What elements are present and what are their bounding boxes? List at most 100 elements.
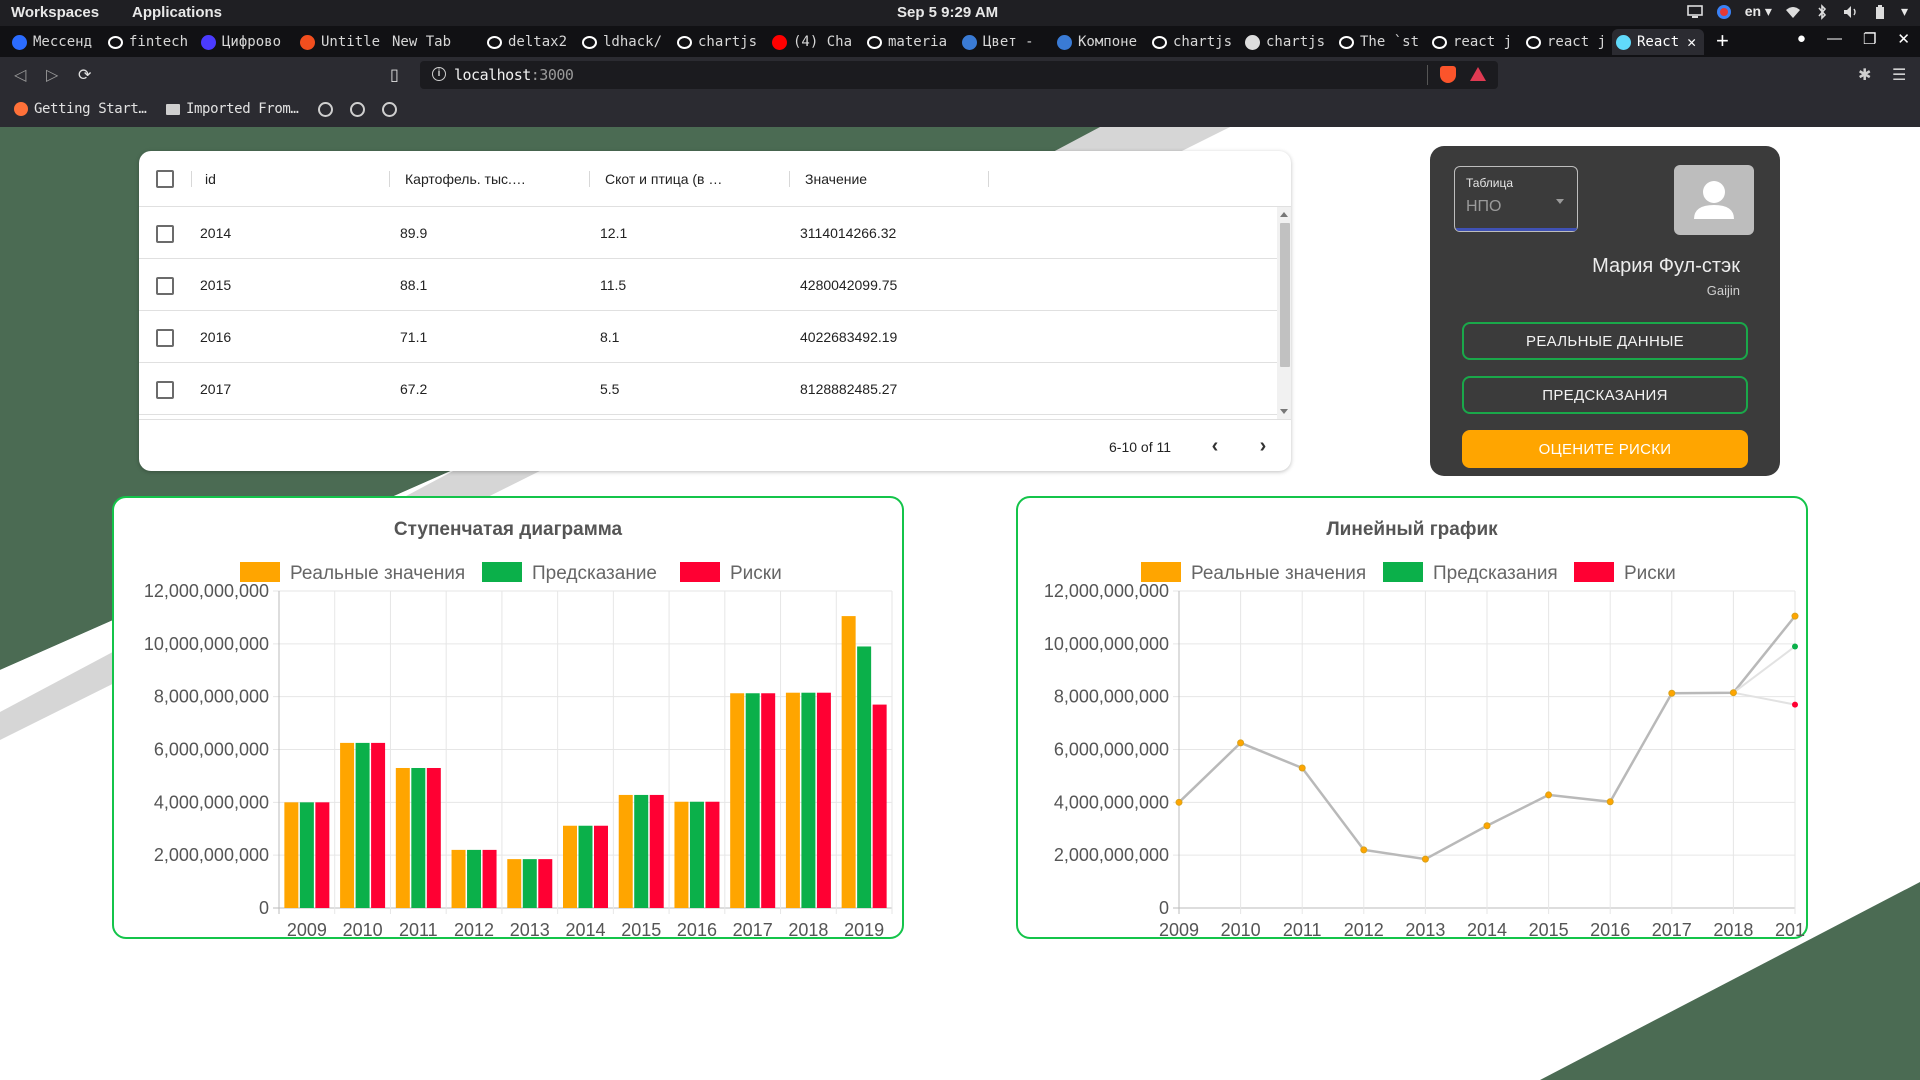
color-picker-icon[interactable] (1716, 4, 1732, 20)
browser-menu-icon[interactable]: ☰ (1892, 65, 1906, 85)
bluetooth-icon[interactable] (1814, 3, 1830, 20)
table-row[interactable]: 2014 89.9 12.1 3114014266.32 (139, 207, 1279, 259)
legend-label: Риски (1624, 563, 1676, 584)
select-all-checkbox[interactable] (156, 170, 174, 188)
globe-icon[interactable] (318, 102, 333, 117)
bar (649, 794, 664, 908)
predictions-button[interactable]: ПРЕДСКАЗАНИЯ (1462, 376, 1748, 414)
y-tick-label: 4,000,000,000 (154, 792, 269, 812)
browser-tab[interactable]: deltax2 (483, 29, 571, 55)
extensions-icon[interactable]: ✱ (1858, 65, 1871, 85)
table-row[interactable]: 2016 71.1 8.1 4022683492.19 (139, 311, 1279, 363)
address-bar[interactable]: i localhost:3000 (420, 61, 1498, 89)
cell-id: 2015 (200, 277, 232, 293)
language-indicator[interactable]: en ▾ (1745, 3, 1772, 20)
bookmark-getting-started[interactable]: Getting Start… (14, 101, 147, 117)
scroll-up-arrow[interactable] (1280, 212, 1288, 217)
browser-tab[interactable]: React ✕ (1612, 29, 1704, 55)
browser-tab[interactable]: materia (863, 29, 951, 55)
previous-page-button[interactable]: ‹ (1201, 432, 1229, 460)
bar (507, 859, 522, 908)
close-window-button[interactable]: ✕ (1897, 30, 1910, 48)
x-tick-label: 2019 (844, 920, 884, 937)
forward-button[interactable]: ▷ (46, 65, 58, 85)
browser-tab[interactable]: react j (1522, 29, 1610, 55)
browser-tab[interactable]: Untitle (296, 29, 384, 55)
battery-icon[interactable] (1872, 4, 1888, 20)
column-header-value[interactable]: Значение (805, 171, 935, 187)
wifi-icon[interactable] (1785, 4, 1801, 20)
brave-shields-icon[interactable] (1440, 66, 1456, 83)
power-menu-icon[interactable]: ▾ (1901, 3, 1908, 20)
minimize-button[interactable]: — (1827, 30, 1842, 48)
table-scrollbar[interactable] (1277, 207, 1291, 419)
column-separator[interactable] (988, 171, 989, 187)
column-header-livestock[interactable]: Скот и птица (в … (605, 171, 735, 187)
browser-tab[interactable]: chartjs (1148, 29, 1236, 55)
row-checkbox[interactable] (156, 329, 174, 347)
chevron-down-icon[interactable] (1556, 199, 1564, 204)
table-select[interactable]: Таблица НПО (1454, 166, 1578, 232)
browser-tab[interactable]: chartjs (673, 29, 761, 55)
volume-icon[interactable] (1843, 4, 1859, 20)
column-separator[interactable] (389, 171, 390, 187)
browser-tab[interactable]: Цвет - (958, 29, 1046, 55)
legend-label: Реальные значения (290, 563, 465, 584)
favicon-icon (1057, 34, 1072, 50)
back-button[interactable]: ◁ (14, 65, 26, 85)
browser-tab[interactable]: chartjs (1241, 29, 1329, 55)
column-header-potato[interactable]: Картофель. тыс.… (405, 171, 535, 187)
browser-tab[interactable]: New Tab (388, 29, 476, 55)
browser-tab[interactable]: react j (1428, 29, 1516, 55)
x-tick-label: 2017 (1652, 920, 1692, 937)
browser-tab[interactable]: (4) Cha (768, 29, 856, 55)
site-info-icon[interactable]: i (432, 67, 446, 81)
row-checkbox[interactable] (156, 381, 174, 399)
x-tick-label: 2014 (1467, 920, 1507, 937)
scroll-down-arrow[interactable] (1280, 409, 1288, 414)
bookmark-icon[interactable]: ▯ (390, 65, 399, 85)
legend-label: Предсказания (1433, 563, 1558, 584)
browser-tab[interactable]: Компоне (1053, 29, 1141, 55)
table-row[interactable]: 2015 88.1 11.5 4280042099.75 (139, 259, 1279, 311)
select-underline (1456, 228, 1577, 231)
globe-icon[interactable] (382, 102, 397, 117)
workspaces-menu[interactable]: Workspaces (11, 4, 99, 21)
row-checkbox[interactable] (156, 277, 174, 295)
column-header-id[interactable]: id (205, 171, 355, 187)
applications-menu[interactable]: Applications (132, 4, 222, 21)
restore-button[interactable]: ❐ (1863, 30, 1876, 48)
scroll-thumb[interactable] (1280, 223, 1290, 367)
reload-button[interactable]: ⟳ (78, 65, 91, 85)
browser-tab[interactable]: Цифрово (197, 29, 285, 55)
column-separator[interactable] (589, 171, 590, 187)
assess-risks-button[interactable]: ОЦЕНИТЕ РИСКИ (1462, 430, 1748, 468)
next-page-button[interactable]: › (1249, 432, 1277, 460)
favicon-icon (201, 34, 216, 50)
new-tab-button[interactable]: + (1716, 28, 1729, 54)
bookmark-imported[interactable]: Imported From… (166, 101, 299, 117)
url-text: localhost:3000 (454, 66, 574, 84)
browser-tab[interactable]: Мессенд (8, 29, 96, 55)
row-checkbox[interactable] (156, 225, 174, 243)
bar (426, 767, 441, 908)
table-row[interactable]: 2017 67.2 5.5 8128882485.27 (139, 363, 1279, 415)
avatar[interactable] (1674, 165, 1754, 235)
browser-tab[interactable]: fintech (104, 29, 192, 55)
y-tick-label: 6,000,000,000 (1054, 740, 1169, 760)
browser-tab[interactable]: ldhack/ (578, 29, 666, 55)
clock[interactable]: Sep 5 9:29 AM (897, 4, 998, 21)
column-separator[interactable] (789, 171, 790, 187)
tab-search-icon[interactable]: ● (1797, 30, 1806, 48)
browser-tab[interactable]: The `st (1335, 29, 1423, 55)
legend-swatch (1141, 562, 1181, 582)
screen-icon[interactable] (1686, 4, 1703, 20)
globe-icon[interactable] (350, 102, 365, 117)
cell-id: 2017 (200, 381, 232, 397)
close-tab-icon[interactable]: ✕ (1687, 33, 1696, 51)
brave-rewards-icon[interactable] (1470, 67, 1486, 81)
y-tick-label: 0 (1159, 898, 1169, 918)
x-tick-label: 2016 (677, 920, 717, 937)
tab-label: chartjs (1266, 34, 1326, 50)
real-data-button[interactable]: РЕАЛЬНЫЕ ДАННЫЕ (1462, 322, 1748, 360)
